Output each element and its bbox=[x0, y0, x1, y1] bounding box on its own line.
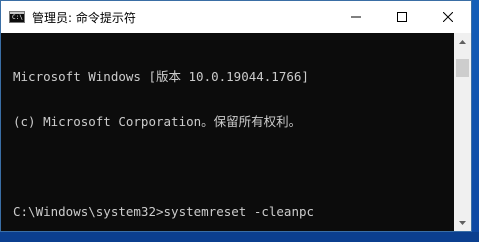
console-line: Microsoft Windows [版本 10.0.19044.1766] bbox=[13, 69, 309, 84]
chevron-down-icon bbox=[459, 220, 466, 225]
desktop-background: C:\ 管理员: 命令提示符 Microsoft Windows [版本 10.… bbox=[0, 0, 479, 242]
console-prompt-line: C:\Windows\system32>systemreset -cleanpc bbox=[13, 204, 315, 219]
minimize-icon bbox=[351, 16, 361, 18]
window-title: 管理员: 命令提示符 bbox=[32, 10, 136, 25]
chevron-up-icon bbox=[459, 39, 466, 44]
window-controls bbox=[333, 1, 471, 33]
command-prompt-window[interactable]: C:\ 管理员: 命令提示符 Microsoft Windows [版本 10.… bbox=[0, 0, 472, 232]
scroll-up-button[interactable] bbox=[454, 33, 471, 50]
scroll-thumb[interactable] bbox=[456, 59, 469, 77]
maximize-icon bbox=[397, 12, 407, 22]
vertical-scrollbar[interactable] bbox=[454, 33, 471, 231]
scroll-down-button[interactable] bbox=[454, 214, 471, 231]
cmd-app-icon[interactable]: C:\ bbox=[9, 11, 25, 23]
minimize-button[interactable] bbox=[333, 1, 379, 33]
taskbar bbox=[0, 232, 479, 242]
close-button[interactable] bbox=[425, 1, 471, 33]
cmd-icon-glyph: C:\ bbox=[12, 14, 23, 21]
close-icon bbox=[443, 12, 453, 22]
title-bar[interactable]: C:\ 管理员: 命令提示符 bbox=[1, 1, 471, 33]
console-line: (c) Microsoft Corporation。保留所有权利。 bbox=[13, 114, 302, 129]
maximize-button[interactable] bbox=[379, 1, 425, 33]
console-output[interactable]: Microsoft Windows [版本 10.0.19044.1766] (… bbox=[1, 33, 454, 231]
